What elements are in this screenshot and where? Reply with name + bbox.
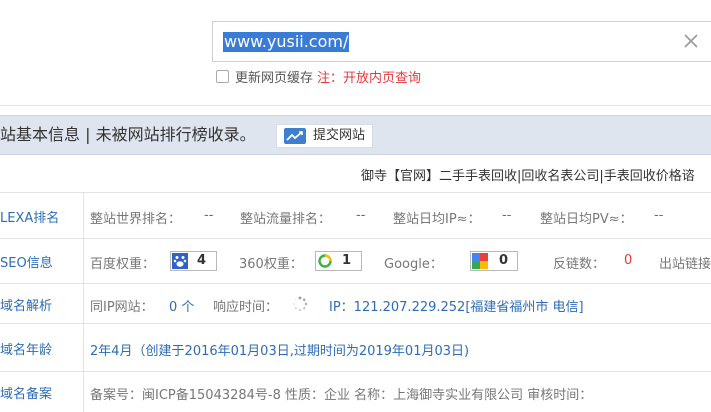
trend-chart-icon <box>284 128 306 144</box>
daily-pv-label: 整站日均PV≈： <box>540 212 633 227</box>
google-pr-value: 0 <box>499 253 509 268</box>
submit-site-button[interactable]: 提交网站 <box>276 124 373 148</box>
google-logo-icon <box>472 253 488 269</box>
360-logo-icon <box>317 253 333 269</box>
dns-label-text[interactable]: 域名解析 <box>0 295 52 314</box>
cache-option: 更新网页缓存 注：开放内页查询 <box>216 70 421 88</box>
daily-ip-label: 整站日均IP≈： <box>393 212 481 227</box>
baidu-weight-value: 4 <box>197 253 207 268</box>
world-rank-label: 整站世界排名： <box>90 212 182 227</box>
same-ip-label: 同IP网站： <box>90 300 154 315</box>
close-icon[interactable] <box>682 32 700 50</box>
backlinks-value[interactable]: 0 <box>624 253 632 268</box>
daily-ip-value: -- <box>502 208 512 223</box>
url-input-value: www.yusii.com/ <box>223 32 350 52</box>
domain-age-value: 2年4月（创建于2016年01月03日,过期时间为2019年01月03日) <box>90 344 470 359</box>
domain-age-label-text[interactable]: 域名年龄 <box>0 339 52 358</box>
dns-row-label[interactable]: 域名解析 <box>0 284 84 323</box>
alexa-row: LEXA排名 整站世界排名： -- 整站流量排名： -- 整站日均IP≈： --… <box>0 193 711 239</box>
alexa-row-label[interactable]: LEXA排名 <box>0 193 84 238</box>
alexa-label-text[interactable]: LEXA排名 <box>0 207 59 226</box>
weight-360-badge[interactable]: 1 <box>315 251 362 271</box>
seo-row: SEO信息 百度权重： 4 360权重： 1 Google： 0 反链数： 0 … <box>0 239 711 284</box>
seo-row-label[interactable]: SEO信息 <box>0 239 84 283</box>
traffic-rank-label: 整站流量排名： <box>240 212 332 227</box>
icp-label-text[interactable]: 域名备案 <box>0 383 52 402</box>
domain-age-row: 域名年龄 2年4月（创建于2016年01月03日,过期时间为2019年01月03… <box>0 324 711 372</box>
traffic-rank-value: -- <box>356 208 366 223</box>
same-ip-value[interactable]: 0 个 <box>169 296 194 315</box>
refresh-cache-checkbox[interactable] <box>216 70 229 83</box>
ad-row: 御寺【官网】二手手表回收|回收名表公司|手表回收价格谘 <box>0 155 711 193</box>
outlinks-label: 出站链接 <box>659 257 711 272</box>
icp-info: 备案号：闽ICP备15043284号-8 性质：企业 名称：上海御寺实业有限公司… <box>90 388 593 403</box>
info-title: 站基本信息 | 未被网站排行榜收录。 <box>0 125 256 144</box>
google-pr-badge[interactable]: 0 <box>470 251 518 271</box>
loading-spinner-icon <box>293 296 308 311</box>
domain-age-row-label[interactable]: 域名年龄 <box>0 324 84 371</box>
daily-pv-value: -- <box>654 208 664 223</box>
backlinks-label: 反链数： <box>553 257 606 272</box>
info-header: 站基本信息 | 未被网站排行榜收录。 提交网站 <box>0 115 711 155</box>
icp-row-label[interactable]: 域名备案 <box>0 372 84 412</box>
refresh-cache-label: 更新网页缓存 <box>235 71 314 86</box>
url-input[interactable]: www.yusii.com/ <box>212 21 711 62</box>
ip-location-link[interactable]: IP：121.207.229.252[福建省福州市 电信] <box>329 296 584 315</box>
dns-row: 域名解析 同IP网站： 0 个 响应时间： IP：121.207.229.252… <box>0 284 711 324</box>
divider <box>0 105 711 106</box>
response-time-label: 响应时间： <box>213 300 279 315</box>
baidu-weight-badge[interactable]: 4 <box>170 251 217 271</box>
world-rank-value: -- <box>204 208 214 223</box>
icp-row: 域名备案 备案号：闽ICP备15043284号-8 性质：企业 名称：上海御寺实… <box>0 372 711 412</box>
baidu-paw-icon <box>172 253 188 269</box>
cache-note: 注：开放内页查询 <box>317 71 422 86</box>
google-pr-label: Google： <box>384 257 443 272</box>
baidu-weight-label: 百度权重： <box>90 257 156 272</box>
weight-360-value: 1 <box>342 253 352 268</box>
seo-label-text[interactable]: SEO信息 <box>0 252 53 271</box>
weight-360-label: 360权重： <box>239 257 303 272</box>
ad-link[interactable]: 御寺【官网】二手手表回收|回收名表公司|手表回收价格谘 <box>361 165 695 184</box>
submit-site-label: 提交网站 <box>313 128 366 143</box>
